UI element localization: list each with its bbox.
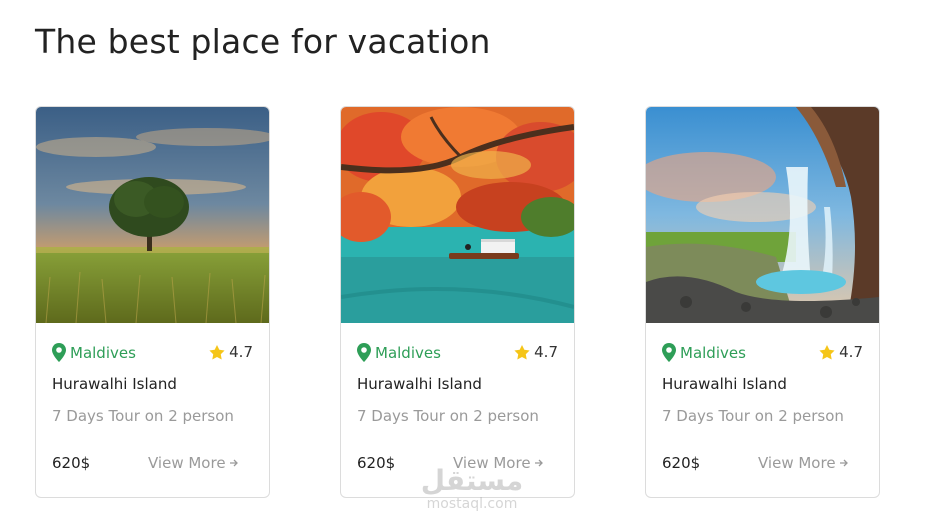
map-pin-icon xyxy=(52,343,66,362)
location: Maldives xyxy=(52,343,136,362)
destination-image xyxy=(646,107,879,323)
destination-image xyxy=(341,107,574,323)
rating: 4.7 xyxy=(819,343,863,361)
arrow-right-icon xyxy=(229,459,238,467)
watermark-site: mostaql.com xyxy=(426,496,518,512)
arrow-right-icon xyxy=(534,459,543,467)
rating: 4.7 xyxy=(514,343,558,361)
star-icon xyxy=(819,344,835,359)
destination-image xyxy=(36,107,269,323)
star-icon xyxy=(209,344,225,359)
map-pin-icon xyxy=(357,343,371,362)
watermark-logo: مستقل xyxy=(420,464,524,497)
location: Maldives xyxy=(357,343,441,362)
price: 620$ xyxy=(52,454,91,472)
watermark: مستقل mostaql.com xyxy=(412,464,532,513)
rating: 4.7 xyxy=(209,343,253,361)
location: Maldives xyxy=(662,343,746,362)
arrow-right-icon xyxy=(839,459,848,467)
rating-value: 4.7 xyxy=(534,343,558,361)
view-more-label: View More xyxy=(758,454,836,472)
destination-card[interactable]: Maldives 4.7 Hurawalhi Island 7 Days Tou… xyxy=(645,106,880,498)
rating-value: 4.7 xyxy=(839,343,863,361)
page-title: The best place for vacation xyxy=(35,22,491,61)
destination-card[interactable]: Maldives 4.7 Hurawalhi Island 7 Days Tou… xyxy=(35,106,270,498)
tour-description: 7 Days Tour on 2 person xyxy=(662,407,844,425)
location-label: Maldives xyxy=(70,343,136,362)
destination-card[interactable]: Maldives 4.7 Hurawalhi Island 7 Days Tou… xyxy=(340,106,575,498)
tour-description: 7 Days Tour on 2 person xyxy=(357,407,539,425)
destination-name: Hurawalhi Island xyxy=(52,375,177,393)
map-pin-icon xyxy=(662,343,676,362)
price: 620$ xyxy=(662,454,701,472)
destination-name: Hurawalhi Island xyxy=(662,375,787,393)
view-more-label: View More xyxy=(148,454,226,472)
destination-name: Hurawalhi Island xyxy=(357,375,482,393)
star-icon xyxy=(514,344,530,359)
view-more-link[interactable]: View More xyxy=(148,454,239,472)
price: 620$ xyxy=(357,454,396,472)
location-label: Maldives xyxy=(680,343,746,362)
location-label: Maldives xyxy=(375,343,441,362)
rating-value: 4.7 xyxy=(229,343,253,361)
tour-description: 7 Days Tour on 2 person xyxy=(52,407,234,425)
view-more-link[interactable]: View More xyxy=(758,454,849,472)
